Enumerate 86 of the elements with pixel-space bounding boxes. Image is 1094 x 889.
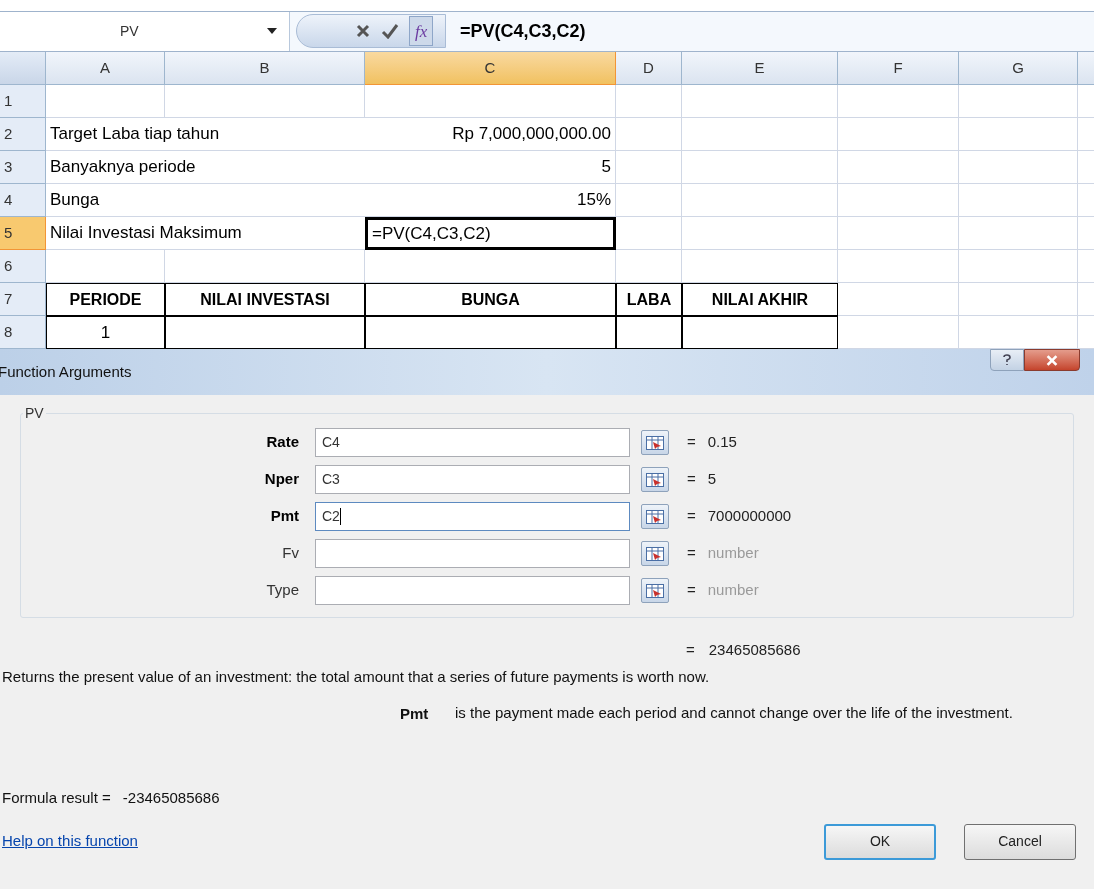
column-header[interactable]: C — [365, 52, 616, 85]
row-header[interactable]: 4 — [0, 184, 46, 217]
equals-sign: = — [687, 506, 696, 527]
column-header[interactable]: D — [616, 52, 682, 85]
input-field[interactable]: C4 — [315, 428, 630, 457]
table-cell: LABA — [616, 283, 682, 316]
equals-sign: = — [687, 543, 696, 564]
row-header[interactable]: 2 — [0, 118, 46, 151]
cell-editor[interactable]: =PV(C4,C3,C2) — [365, 217, 616, 250]
argument-description: is the payment made each period and cannot change over the life of the investment. — [455, 702, 1014, 723]
column-header[interactable]: A — [46, 52, 165, 85]
table-cell: PERIODE — [46, 283, 165, 316]
formula-text[interactable]: =PV(C4,C3,C2) — [460, 17, 586, 45]
equals-sign: = — [687, 580, 696, 601]
equals-sign: = — [687, 432, 696, 453]
range-select-icon[interactable] — [646, 546, 664, 561]
argument-result: 0.15 — [707, 432, 737, 453]
argument-result: number — [707, 543, 759, 564]
dialog-button[interactable]: Cancel — [964, 823, 1076, 860]
formula-result-value: -23465085686 — [122, 788, 220, 808]
help-icon[interactable] — [1002, 354, 1012, 366]
input-field[interactable] — [315, 576, 630, 605]
range-select-icon[interactable] — [646, 472, 664, 487]
row-header[interactable]: 5 — [0, 217, 46, 250]
input-field[interactable]: C2 — [315, 502, 630, 531]
insert-function-button[interactable]: fx — [409, 16, 434, 47]
argument-label: Fv — [281, 543, 299, 564]
range-select-icon[interactable] — [646, 435, 664, 450]
table-cell: Rp 7,000,000,000.00 — [365, 118, 616, 151]
argument-label: Rate — [265, 432, 299, 453]
row-header[interactable]: 8 — [0, 316, 46, 349]
table-cell: NILAI INVESTASI — [165, 283, 365, 316]
row-header[interactable]: 3 — [0, 151, 46, 184]
table-cell: BUNGA — [365, 283, 616, 316]
input-field[interactable] — [315, 539, 630, 568]
equals-sign: = — [687, 469, 696, 490]
row-header[interactable]: 1 — [0, 85, 46, 118]
empty-cell[interactable] — [682, 316, 838, 349]
dialog-button[interactable]: OK — [824, 823, 936, 860]
table-cell: 5 — [365, 151, 616, 184]
table-cell: 1 — [46, 316, 165, 349]
row-header[interactable]: 7 — [0, 283, 46, 316]
argument-label: Nper — [263, 469, 299, 490]
range-select-icon[interactable] — [646, 509, 664, 524]
close-button[interactable] — [1024, 349, 1080, 371]
column-header[interactable]: E — [682, 52, 838, 85]
column-header[interactable] — [1078, 52, 1094, 85]
collapse-dialog-button[interactable] — [641, 504, 669, 529]
row-header[interactable]: 6 — [0, 250, 46, 283]
dropdown-caret-icon[interactable] — [267, 28, 277, 35]
group-label: PV — [24, 404, 45, 423]
range-select-icon[interactable] — [646, 583, 664, 598]
formula-result-label: Formula result = — [2, 788, 111, 808]
collapse-dialog-button[interactable] — [641, 541, 669, 566]
cancel-icon[interactable] — [355, 23, 371, 40]
argument-result: 5 — [707, 469, 717, 490]
collapse-dialog-button[interactable] — [641, 430, 669, 455]
dialog-title: Function Arguments — [0, 361, 132, 382]
argument-name: Pmt — [400, 703, 430, 724]
table-cell: Target Laba tiap tahun — [46, 118, 365, 151]
close-icon[interactable] — [1045, 354, 1059, 366]
argument-label: Pmt — [269, 506, 299, 527]
column-header[interactable]: B — [165, 52, 365, 85]
column-header[interactable]: G — [959, 52, 1078, 85]
total-result: 23465085686 — [708, 639, 801, 660]
empty-cell[interactable] — [365, 316, 616, 349]
table-cell: Bunga — [46, 184, 365, 217]
table-cell: Nilai Investasi Maksimum — [46, 217, 365, 250]
empty-cell[interactable] — [165, 316, 365, 349]
select-all-corner[interactable] — [0, 52, 46, 85]
input-field[interactable]: C3 — [315, 465, 630, 494]
empty-cell[interactable] — [616, 316, 682, 349]
table-cell: NILAI AKHIR — [682, 283, 838, 316]
argument-result: 7000000000 — [707, 506, 792, 527]
function-description: Returns the present value of an investment: the total amount that a series of future payments is worth now. — [1, 667, 711, 687]
checkmark-icon[interactable] — [381, 23, 399, 40]
column-header[interactable]: F — [838, 52, 959, 85]
equals-sign: = — [686, 639, 695, 660]
help-button[interactable] — [990, 349, 1024, 371]
argument-result: number — [707, 580, 759, 601]
table-cell: Banyaknya periode — [46, 151, 365, 184]
name-box[interactable]: PV — [0, 11, 290, 51]
collapse-dialog-button[interactable] — [641, 467, 669, 492]
collapse-dialog-button[interactable] — [641, 578, 669, 603]
help-link[interactable]: Help on this function — [2, 830, 138, 853]
argument-label: Type — [265, 580, 299, 601]
